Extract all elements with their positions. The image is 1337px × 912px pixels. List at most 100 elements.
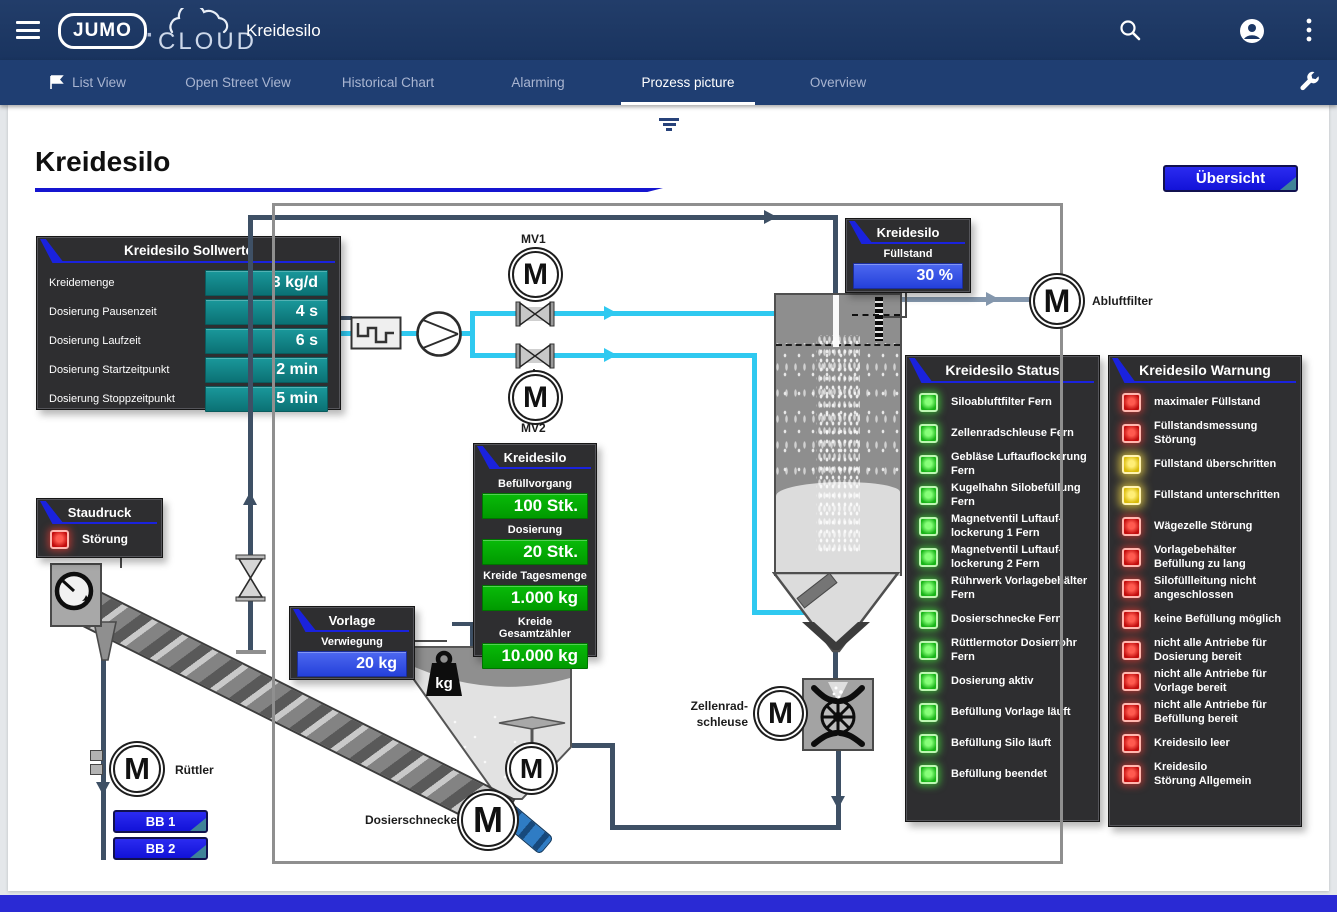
setpoint-row: Dosierung Pausenzeit 4 s	[49, 299, 328, 325]
warning-label: maximaler Füllstand	[1154, 396, 1260, 410]
counter-label: Kreide Gesamtzähler	[482, 616, 588, 640]
tab-alarming[interactable]: Alarming	[463, 60, 613, 105]
status-led	[919, 486, 938, 505]
title-underline	[35, 188, 663, 192]
status-item: Siloabluftfilter Fern	[906, 387, 1099, 418]
flow-arrow-down-icon	[96, 782, 110, 795]
account-icon[interactable]	[1239, 18, 1265, 44]
riser-pipe	[248, 215, 253, 505]
status-led	[919, 393, 938, 412]
flow-arrow-right-icon	[604, 306, 617, 320]
bb2-button[interactable]: BB 2	[113, 837, 208, 860]
status-label: Befüllung Vorlage läuft	[951, 706, 1071, 720]
setpoint-value[interactable]: 3 kg/d	[205, 270, 328, 296]
tab-prozess-picture[interactable]: Prozess picture	[613, 60, 763, 105]
warning-label: Kreidesilo Störung Allgemein	[1154, 761, 1251, 789]
alarm-item: Störung	[37, 528, 162, 550]
exhaust-air-pipe	[898, 297, 1036, 302]
warning-item: Füllstand überschritten	[1109, 449, 1301, 480]
counter-value: 20 Stk.	[482, 539, 588, 565]
silo-cone	[772, 572, 900, 658]
setpoint-value[interactable]: 4 s	[205, 299, 328, 325]
wrench-icon[interactable]	[1297, 70, 1323, 96]
app-title: Kreidesilo	[246, 21, 321, 41]
setpoint-label: Dosierung Laufzeit	[49, 335, 205, 347]
warning-label: nicht alle Antriebe für Dosierung bereit	[1154, 637, 1267, 665]
blower-pump	[414, 309, 464, 359]
warning-label: Füllstandsmessung Störung	[1154, 420, 1257, 448]
warning-item: maximaler Füllstand	[1109, 387, 1301, 418]
setpoint-value[interactable]: 5 min	[205, 386, 328, 412]
level-sensor-connector	[905, 290, 907, 318]
setpoint-row: Dosierung Stoppzeitpunkt 5 min	[49, 386, 328, 412]
tab-historical-chart[interactable]: Historical Chart	[313, 60, 463, 105]
warning-item: keine Befüllung möglich	[1109, 604, 1301, 635]
status-item: Zellenradschleuse Fern	[906, 418, 1099, 449]
setpoint-row: Kreidemenge 3 kg/d	[49, 270, 328, 296]
bb1-button[interactable]: BB 1	[113, 810, 208, 833]
status-item: Magnetventil Luftauf- lockerung 2 Fern	[906, 542, 1099, 573]
vorlage-panel: Vorlage Verwiegung 20 kg	[289, 606, 415, 680]
warning-led	[1122, 393, 1141, 412]
pressure-gauge-icon	[52, 565, 98, 613]
warning-label: Kreidesilo leer	[1154, 737, 1230, 751]
tab-list-view[interactable]: List View	[13, 60, 163, 105]
setpoint-value[interactable]: 6 s	[205, 328, 328, 354]
warning-led	[1122, 579, 1141, 598]
fuellstand-label: Füllstand	[846, 248, 970, 260]
warning-item: Kreidesilo Störung Allgemein	[1109, 759, 1301, 790]
rotary-valve-label: Zellenrad- schleuse	[662, 699, 748, 730]
ruettler-label: Rüttler	[175, 763, 214, 777]
dosierschnecke-motor: M	[461, 793, 515, 847]
air-pipe-mv2-out	[553, 353, 757, 358]
silo-inlet-pipe	[833, 215, 838, 295]
search-icon[interactable]	[1118, 18, 1144, 44]
warning-item: nicht alle Antriebe für Befüllung bereit	[1109, 697, 1301, 728]
warning-item: Silofüllleitung nicht angeschlossen	[1109, 573, 1301, 604]
warnung-items: maximaler Füllstand Füllstandsmessung St…	[1109, 387, 1301, 790]
menu-icon[interactable]	[16, 21, 40, 39]
status-item: Dosierschnecke Fern	[906, 604, 1099, 635]
status-led	[919, 703, 938, 722]
counter-group: Kreide Tagesmenge 1.000 kg	[482, 570, 588, 611]
setpoint-value[interactable]: 2 min	[205, 357, 328, 383]
sollwerte-panel: Kreidesilo Sollwerte Kreidemenge 3 kg/d …	[36, 236, 341, 410]
warning-led	[1122, 672, 1141, 691]
status-label: Magnetventil Luftauf- lockerung 1 Fern	[951, 513, 1062, 541]
warning-label: nicht alle Antriebe für Befüllung bereit	[1154, 699, 1267, 727]
status-led	[919, 455, 938, 474]
tab-open-street-view[interactable]: Open Street View	[163, 60, 313, 105]
filter-list-icon[interactable]	[659, 118, 679, 132]
weight-icon: kg	[424, 650, 464, 700]
status-led	[919, 734, 938, 753]
flow-arrow-right-icon	[986, 292, 999, 306]
status-led	[919, 548, 938, 567]
setpoint-label: Kreidemenge	[49, 277, 205, 289]
footer-bar	[0, 895, 1337, 912]
rotary-valve-motor: M	[757, 690, 804, 737]
fuellstand-value: 30 %	[853, 263, 963, 289]
tab-overview[interactable]: Overview	[763, 60, 913, 105]
counter-label: Befüllvorgang	[482, 478, 588, 490]
fuellstand-panel: Kreidesilo Füllstand 30 %	[845, 218, 971, 293]
app-bar: JUMO · CLOUD Kreidesilo	[0, 0, 1337, 60]
warning-led	[1122, 424, 1141, 443]
status-label: Befüllung beendet	[951, 768, 1047, 782]
magnet-valve-mv2	[515, 341, 555, 371]
mv2-label: MV2	[521, 421, 546, 435]
kebab-menu-icon[interactable]	[1305, 18, 1319, 44]
status-label: Magnetventil Luftauf- lockerung 2 Fern	[951, 544, 1062, 572]
warning-label: Füllstand unterschritten	[1154, 489, 1280, 503]
warning-led	[1122, 517, 1141, 536]
pressure-gauge-block	[50, 563, 102, 627]
counter-label: Dosierung	[482, 524, 588, 536]
setpoint-row: Dosierung Startzeitpunkt 2 min	[49, 357, 328, 383]
air-branch-pipe	[470, 311, 475, 358]
level-sensor	[875, 297, 883, 341]
overview-button[interactable]: Übersicht	[1163, 165, 1298, 192]
flow-arrow-down-icon	[831, 796, 845, 809]
status-label: Rührwerk Vorlagebehälter Fern	[951, 575, 1087, 603]
status-item: Rüttlermotor Dosierrohr Fern	[906, 635, 1099, 666]
status-item: Befüllung Vorlage läuft	[906, 697, 1099, 728]
air-pipe-mv1-out	[553, 311, 795, 316]
